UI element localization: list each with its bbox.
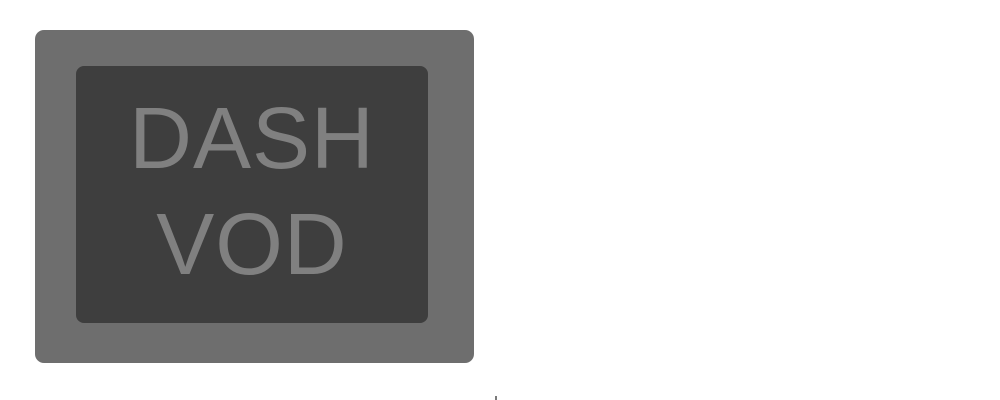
tile-label-line-2: VOD bbox=[156, 195, 348, 293]
dash-vod-tile[interactable]: DASH VOD bbox=[35, 30, 474, 363]
stray-mark bbox=[495, 396, 497, 400]
page: DASH VOD bbox=[0, 0, 1000, 400]
dash-vod-tile-face: DASH VOD bbox=[76, 66, 428, 323]
tile-label-line-1: DASH bbox=[129, 89, 375, 187]
